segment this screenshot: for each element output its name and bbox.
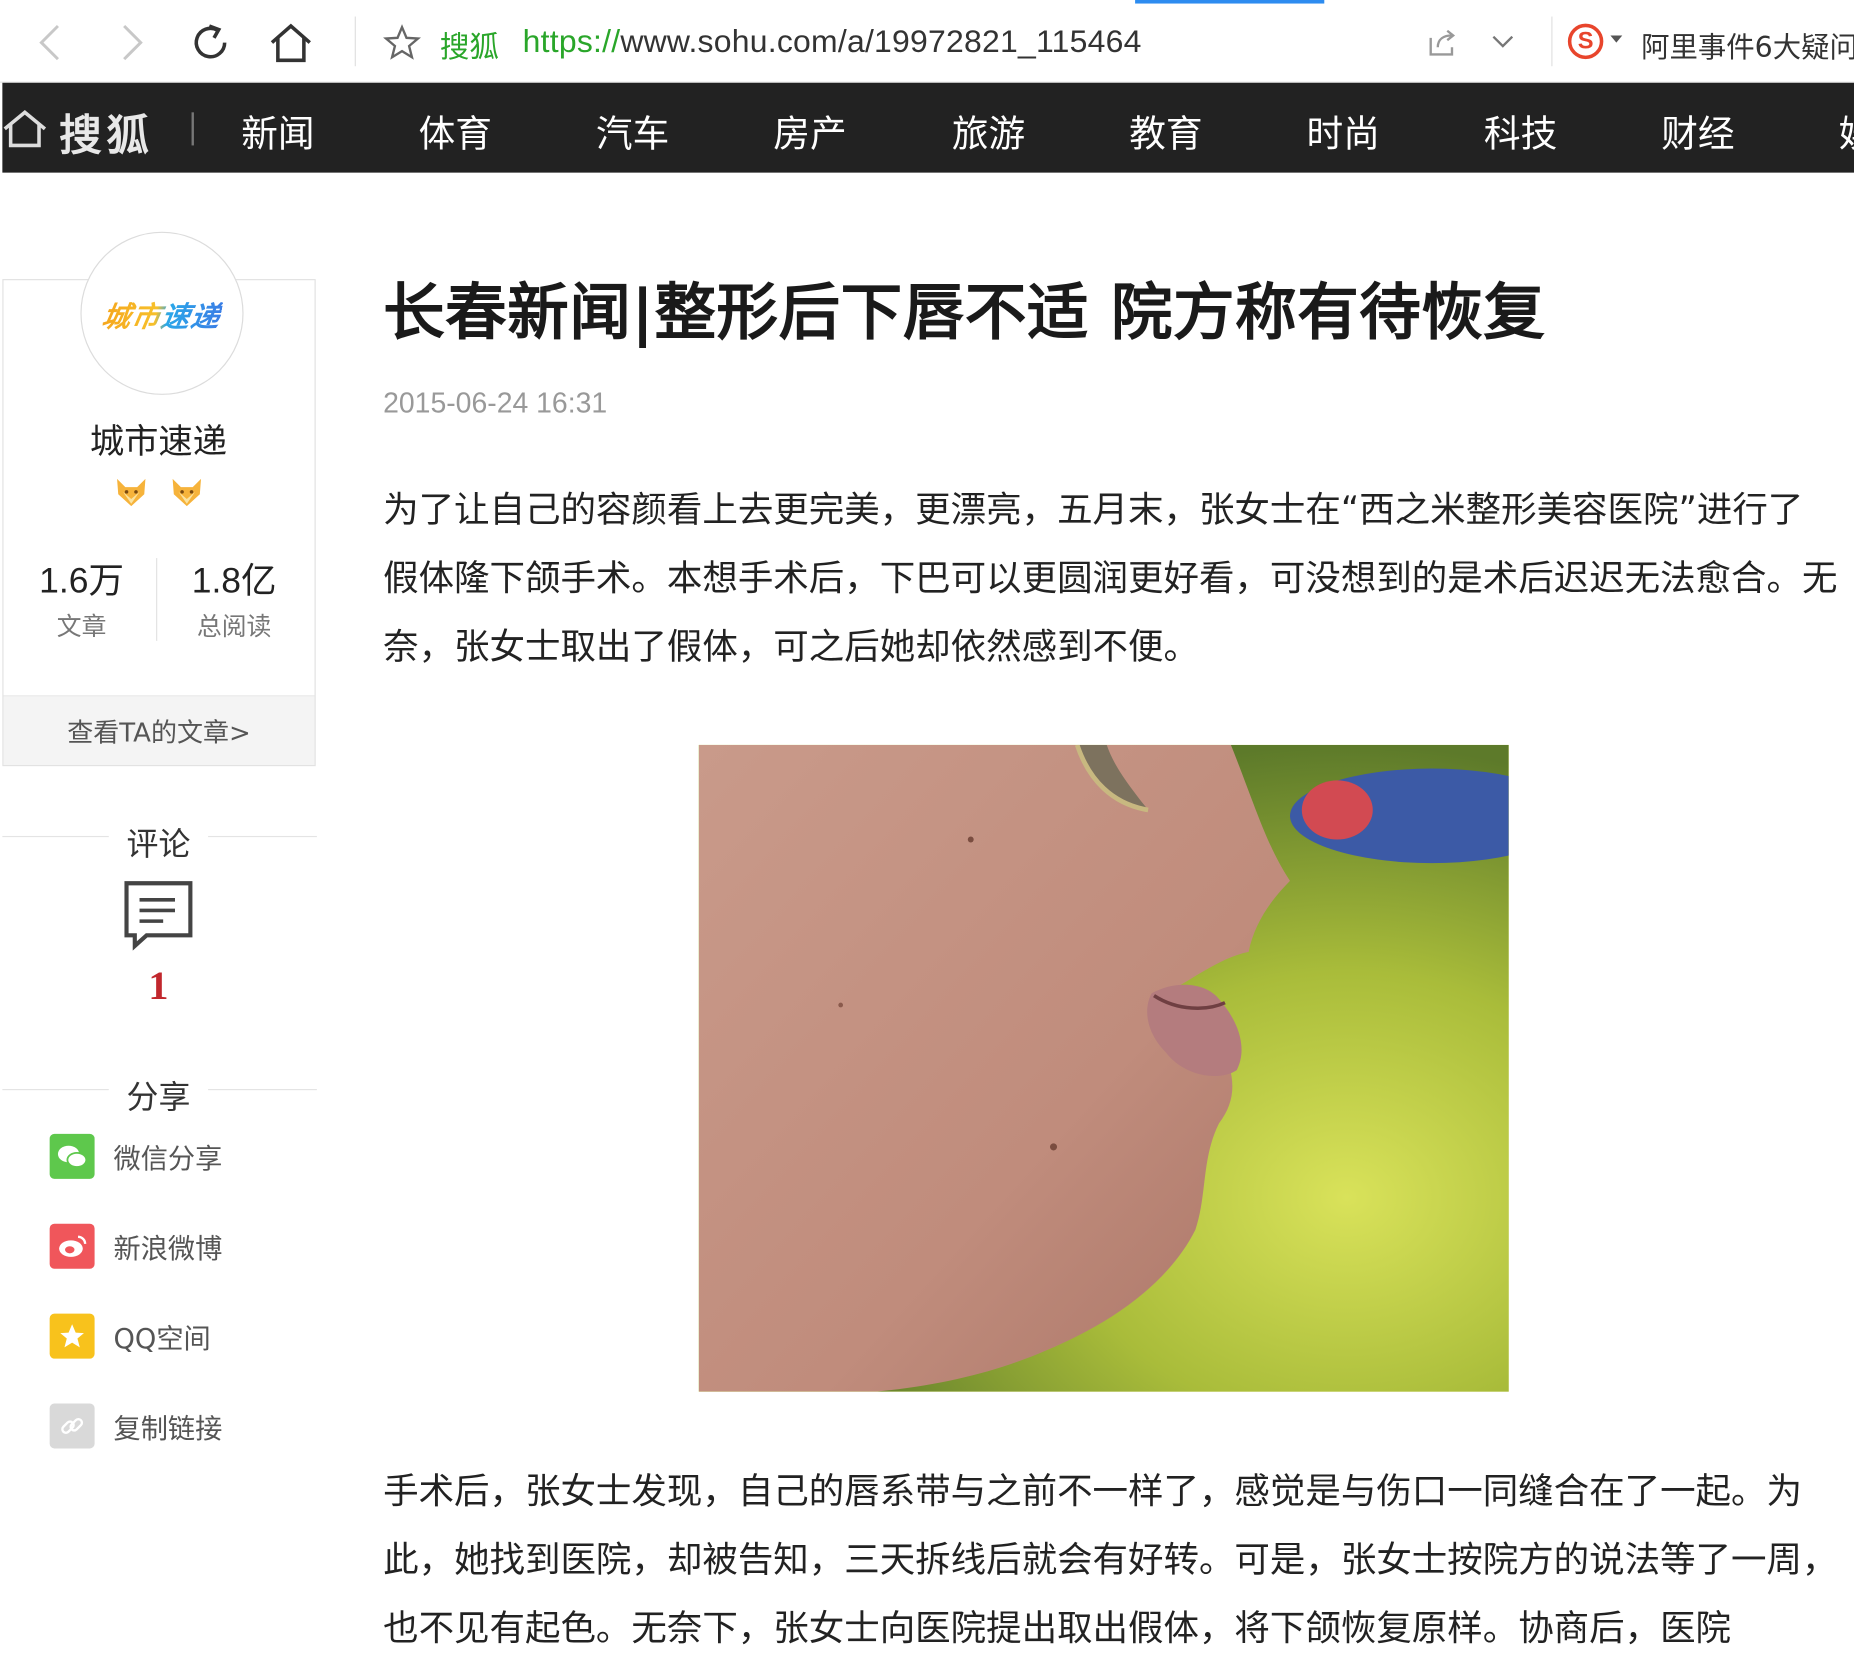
author-logo: 城市速递 [99,293,225,334]
comment-count[interactable]: 1 [0,965,317,1010]
nav-item-realestate[interactable]: 房产 [773,104,846,157]
home-icon [270,23,311,63]
share-qzone-label: QQ空间 [113,1324,211,1356]
qzone-icon [49,1313,95,1359]
author-name[interactable]: 城市速递 [0,414,317,464]
wechat-icon [49,1133,95,1179]
link-icon [49,1403,95,1449]
view-author-articles-link[interactable]: 查看TA的文章> [3,695,315,766]
share-wechat[interactable]: 微信分享 [49,1133,223,1180]
articles-stat: 1.6万 文章 [5,551,159,643]
article-paragraph: 为了让自己的容颜看上去更完美，更漂亮，五月末，张女士在“西之米整形美容医院”进行… [383,489,1838,669]
sohu-logo[interactable]: 搜狐 [59,102,154,163]
nav-item-news[interactable]: 新闻 [241,104,314,157]
nav-divider [191,112,194,146]
fox-badge-icon [117,478,146,507]
back-button[interactable] [26,19,73,66]
reads-count: 1.8亿 [191,561,277,601]
share-wechat-label: 微信分享 [113,1144,223,1176]
article-paragraph: 手术后，张女士发现，自己的唇系带与之前不一样了，感觉是与伤口一同缝合在了一起。为… [383,1470,1838,1650]
address-dropdown-icon[interactable] [1487,28,1518,59]
nav-item-fashion[interactable]: 时尚 [1307,104,1380,157]
articles-label: 文章 [56,612,107,641]
share-copy-link-label: 复制链接 [113,1414,223,1445]
search-engine-dropdown-icon[interactable] [1610,35,1623,43]
toolbar-divider-right [1551,16,1553,67]
nav-item-travel[interactable]: 旅游 [952,104,1025,157]
share-weibo-label: 新浪微博 [113,1234,223,1266]
nav-item-auto[interactable]: 汽车 [596,104,669,157]
weibo-icon [49,1223,95,1269]
page-load-progress [1135,0,1325,4]
address-bar-url[interactable]: https://www.sohu.com/a/19972821_115464 [523,24,1142,61]
author-badges [114,475,219,513]
article-photo [698,744,1509,1392]
author-avatar[interactable]: 城市速递 [80,231,244,395]
article-title: 长春新闻|整形后下唇不适 院方称有待恢复 [383,277,1546,349]
home-button[interactable] [267,19,314,66]
search-hot-news[interactable]: 阿里事件6大疑问 [1641,24,1854,65]
fox-badge-icon [172,478,202,507]
reload-icon [194,24,227,59]
url-protocol: https:// [522,23,621,60]
forward-button[interactable] [109,19,156,66]
nav-item-education[interactable]: 教育 [1129,104,1202,157]
article-date: 2015-06-24 16:31 [383,387,608,420]
reload-button[interactable] [187,19,234,66]
sogou-search-icon[interactable]: S [1567,23,1604,60]
share-page-icon[interactable] [1426,26,1459,64]
nav-item-tech[interactable]: 科技 [1484,104,1557,157]
browser-toolbar: 搜狐 https://www.sohu.com/a/19972821_11546… [0,0,1854,83]
site-label: 搜狐 [439,30,499,64]
share-copy-link[interactable]: 复制链接 [49,1402,223,1449]
articles-count: 1.6万 [39,561,124,601]
bookmark-star-icon[interactable] [383,24,422,67]
site-home-icon[interactable] [2,109,47,154]
nav-item-entertainment[interactable]: 娱 [1839,104,1854,157]
share-qzone[interactable]: QQ空间 [49,1312,211,1359]
toolbar-divider [354,16,356,67]
comments-title: 评论 [126,826,191,864]
url-path: www.sohu.com/a/19972821_115464 [620,23,1142,60]
nav-item-sports[interactable]: 体育 [419,104,492,157]
reads-stat: 1.8亿 总阅读 [157,551,311,643]
forward-arrow-icon [123,24,143,61]
site-nav-bar: 搜狐 新闻 体育 汽车 房产 旅游 教育 时尚 科技 财经 娱 [2,82,1854,173]
comment-icon[interactable] [123,880,194,956]
nav-item-finance[interactable]: 财经 [1661,104,1734,157]
reads-label: 总阅读 [196,612,272,641]
back-arrow-icon [39,24,59,61]
share-title: 分享 [126,1079,191,1117]
share-weibo[interactable]: 新浪微博 [49,1223,223,1270]
